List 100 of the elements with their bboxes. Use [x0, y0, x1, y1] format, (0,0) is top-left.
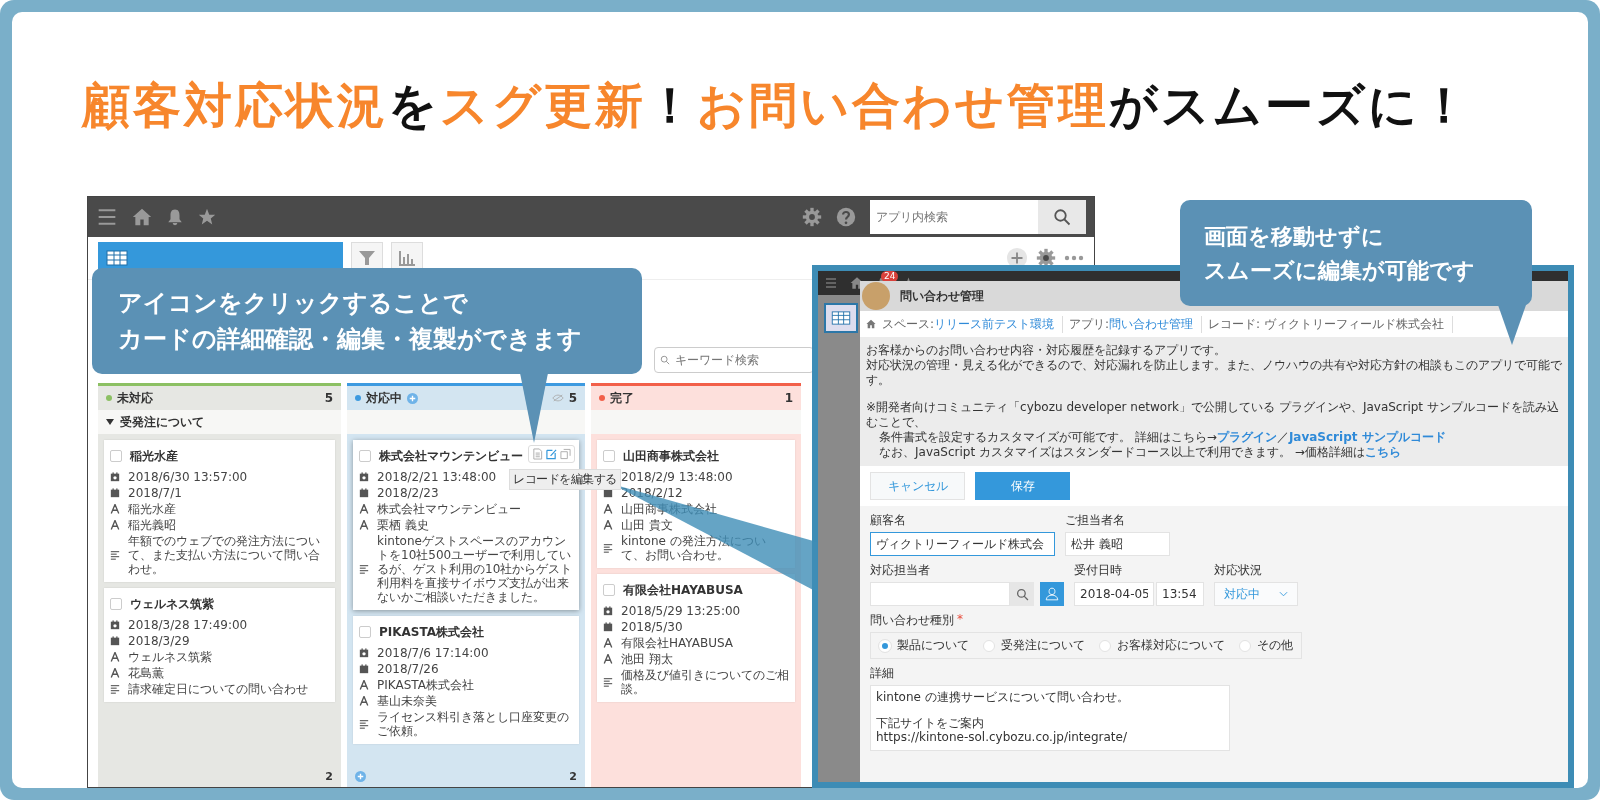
card-field-value: ウェルネス筑紫: [128, 650, 212, 664]
card-checkbox[interactable]: [359, 450, 371, 462]
bar-chart-icon: [398, 250, 416, 266]
card-title: 稲光水産: [130, 447, 178, 465]
search-button[interactable]: [1038, 200, 1086, 234]
card-field-value: PIKASTA株式会社: [377, 678, 474, 692]
card-field-value: 2018/5/29 13:25:00: [621, 604, 741, 618]
text-lines-icon: [359, 719, 369, 729]
calendar-clock-icon: [110, 620, 120, 630]
hidden-eye-icon: [551, 394, 564, 402]
menu-icon[interactable]: [824, 277, 838, 289]
more-icon[interactable]: [1064, 255, 1084, 261]
callout-text: アイコンをクリックすることで カードの詳細確認・編集・複製ができます: [117, 288, 583, 355]
breadcrumb-label: レコード: ヴィクトリーフィールド株式会社: [1208, 315, 1444, 333]
radio-option[interactable]: 受発注について: [983, 637, 1085, 654]
text-field[interactable]: ヴィクトリーフィールド株式会: [870, 532, 1055, 556]
record-card[interactable]: 稲光水産 2018/6/30 13:57:00 2018/7/1 稲光水産 稲光義昭 年額でのウェブでの発注方法について、また支払い方法について問い合わせ。: [104, 440, 335, 582]
column-title: 完了: [610, 389, 634, 407]
callout-text: 画面を移動せずに スムーズに編集が可能です: [1203, 223, 1476, 285]
date-field[interactable]: 2018-04-05: [1074, 582, 1154, 606]
card-checkbox[interactable]: [603, 450, 615, 462]
caret-icon: [106, 419, 114, 425]
add-icon[interactable]: [355, 770, 366, 782]
card-field-value: 2018/7/1: [128, 486, 182, 500]
card-checkbox[interactable]: [603, 584, 615, 596]
radio-option[interactable]: 製品について: [879, 637, 969, 654]
app-description: お客様からのお問い合わせ内容・対応履歴を記録するアプリです。 対応状況の管理・見える化ができるので、対応漏れを防止します。また、ノウハウの共有や対応方針の相談もこのアプリで可能です。: [866, 343, 1562, 388]
copy-icon[interactable]: [560, 448, 571, 460]
column-title: 対応中: [366, 389, 402, 407]
card-field-value: 池田 翔太: [621, 652, 673, 666]
card-field-value: 2018/7/26: [377, 662, 439, 676]
card-title: 山田商事株式会社: [623, 447, 719, 465]
column-count: 5: [324, 391, 333, 405]
search-icon: [1053, 208, 1071, 226]
search-icon: [1015, 587, 1029, 601]
app-title: 問い合わせ管理: [900, 287, 984, 305]
card-title: ウェルネス筑紫: [130, 595, 214, 613]
calendar-clock-icon: [110, 472, 120, 482]
user-field[interactable]: [870, 582, 1010, 606]
card-field-value: 2018/3/29: [128, 634, 190, 648]
details-field[interactable]: kintone の連携サービスについて問い合わせ。 下記サイトをご案内 https://kintone-sol.cybozu.co.jp/integrate/: [870, 685, 1230, 751]
calendar-icon: [603, 622, 613, 632]
field-label: ご担当者名: [1065, 512, 1125, 529]
card-field-value: 稲光水産: [128, 502, 176, 516]
add-icon[interactable]: [407, 392, 418, 404]
edit-icon[interactable]: [546, 448, 557, 460]
record-card[interactable]: ウェルネス筑紫 2018/3/28 17:49:00 2018/3/29 ウェルネス筑紫 花島薫 請求確定日についての問い合わせ: [104, 588, 335, 702]
calendar-icon: [359, 664, 369, 674]
card-title: 有限会社HAYABUSA: [623, 581, 743, 599]
keyword-search-field[interactable]: キーワード検索: [654, 347, 814, 373]
column-footer-count: 2: [325, 769, 333, 783]
text-field-icon: [359, 680, 369, 690]
card-field-value: 2018/3/28 17:49:00: [128, 618, 248, 632]
card-field-value: 栗栖 義史: [377, 518, 429, 532]
text-lines-icon: [603, 543, 613, 553]
field-label: 対応状況: [1214, 562, 1262, 579]
user-icon: [1045, 587, 1059, 601]
search-button[interactable]: [1010, 582, 1034, 606]
star-icon[interactable]: [198, 208, 216, 226]
breadcrumb-link[interactable]: 問い合わせ管理: [1109, 315, 1194, 333]
app-icon-button[interactable]: [824, 303, 858, 333]
card-field-value: 基山未奈美: [377, 694, 437, 708]
document-icon[interactable]: [532, 448, 543, 460]
card-checkbox[interactable]: [110, 598, 122, 610]
table-icon: [106, 250, 128, 266]
card-field-value: 株式会社マウンテンビュー: [377, 502, 521, 516]
radio-option[interactable]: その他: [1239, 637, 1293, 654]
user-picker-button[interactable]: [1040, 582, 1064, 606]
card-field-value: kintoneゲストスペースのアカウントを10社500ユーザーで利用しているが、ゲスト利用の10社からゲスト利用料を直接サイボウズ支払が出来ないかご相談いただきました。: [377, 534, 573, 604]
text-field-icon: [603, 654, 613, 664]
breadcrumb-link[interactable]: リリース前テスト環境: [934, 315, 1055, 333]
field-label: 詳細: [870, 665, 894, 682]
headline: 顧客対応状況をスグ更新！お問い合わせ管理がスムーズに！: [82, 76, 1471, 135]
avatar: [862, 282, 890, 310]
card-field-value: 有限会社HAYABUSA: [621, 636, 733, 650]
text-lines-icon: [603, 677, 613, 687]
help-icon[interactable]: [836, 207, 856, 227]
text-lines-icon: [110, 550, 120, 560]
record-card[interactable]: 有限会社HAYABUSA 2018/5/29 13:25:00 2018/5/30 有限会社HAYABUSA 池田 翔太 価格及び値引きについてのご相談。: [597, 574, 795, 702]
radio-option[interactable]: お客様対応について: [1099, 637, 1225, 654]
time-field[interactable]: 13:54: [1156, 582, 1204, 606]
text-lines-icon: [110, 684, 120, 694]
card-checkbox[interactable]: [110, 450, 122, 462]
text-field-icon: [359, 504, 369, 514]
text-field[interactable]: 松井 義昭: [1065, 532, 1170, 556]
table-icon: [831, 311, 851, 325]
column-count: 5: [568, 391, 577, 405]
record-card[interactable]: PIKASTA株式会社 2018/7/6 17:14:00 2018/7/26 PIKASTA株式会社 基山未奈美 ライセンス料引き落とし口座変更のご依頼。: [353, 616, 579, 744]
menu-icon[interactable]: [96, 207, 118, 227]
text-field-icon: [603, 504, 613, 514]
search-field[interactable]: アプリ内検索: [870, 200, 1038, 234]
card-field-value: 年額でのウェブでの発注方法について、また支払い方法について問い合わせ。: [128, 534, 321, 576]
bell-icon[interactable]: [166, 207, 184, 227]
field-text: https://kintone-sol.cybozu.co.jp/integrate/: [876, 730, 1128, 744]
home-icon: [866, 319, 876, 329]
calendar-icon: [603, 488, 613, 498]
text-field-icon: [110, 668, 120, 678]
field-label: 問い合わせ種別: [870, 612, 954, 629]
chevron-down-icon: [1278, 591, 1288, 597]
card-checkbox[interactable]: [359, 626, 371, 638]
